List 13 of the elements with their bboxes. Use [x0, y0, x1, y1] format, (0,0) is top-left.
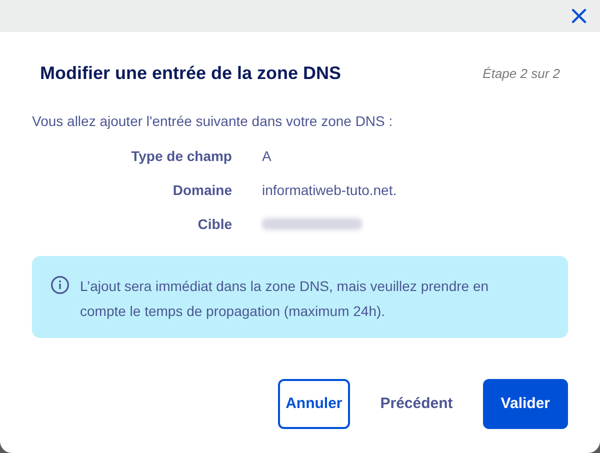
submit-button[interactable]: Valider: [482, 379, 568, 429]
intro-text: Vous allez ajouter l'entrée suivante dans votre zone DNS :: [31, 112, 394, 131]
field-value: A: [262, 146, 272, 166]
field-label: Domaine: [172, 180, 232, 200]
dialog-title: Modifier une entrée de la zone DNS: [40, 62, 342, 85]
close-icon[interactable]: [570, 7, 588, 25]
info-icon: [50, 275, 70, 295]
step-indicator: Étape 2 sur 2: [482, 64, 560, 83]
field-label: Type de champ: [130, 146, 232, 166]
notice-text: L’ajout sera immédiat dans la zone DNS, mais veuillez prendre en compte le temps de propagation (maximum 24h).: [80, 277, 490, 321]
field-value: informatiweb-tuto.net.: [262, 180, 397, 200]
field-label: Cible: [196, 214, 232, 234]
cancel-button[interactable]: Annuler: [278, 379, 350, 429]
